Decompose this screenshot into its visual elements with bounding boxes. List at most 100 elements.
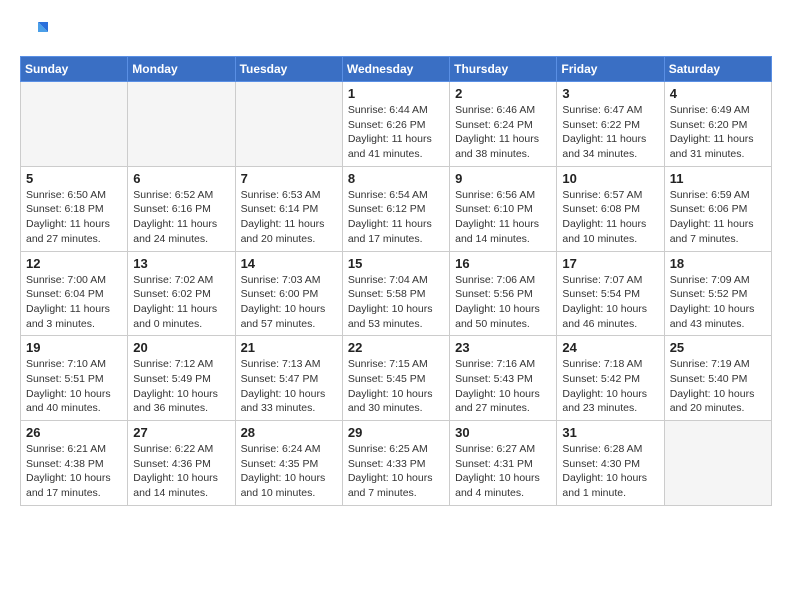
day-info: Sunrise: 7:19 AM Sunset: 5:40 PM Dayligh… <box>670 357 766 416</box>
calendar: SundayMondayTuesdayWednesdayThursdayFrid… <box>20 56 772 506</box>
day-info: Sunrise: 7:03 AM Sunset: 6:00 PM Dayligh… <box>241 273 337 332</box>
day-cell: 20 Sunrise: 7:12 AM Sunset: 5:49 PM Dayli… <box>128 336 235 421</box>
day-number: 27 <box>133 425 229 440</box>
day-number: 22 <box>348 340 444 355</box>
day-cell: 28Sunrise: 6:24 AM Sunset: 4:35 PM Dayli… <box>235 421 342 506</box>
week-row-4: 26Sunrise: 6:21 AM Sunset: 4:38 PM Dayli… <box>21 421 772 506</box>
day-info: Sunrise: 7:13 AM Sunset: 5:47 PM Dayligh… <box>241 357 337 416</box>
calendar-header: SundayMondayTuesdayWednesdayThursdayFrid… <box>21 57 772 82</box>
day-cell: 25 Sunrise: 7:19 AM Sunset: 5:40 PM Dayli… <box>664 336 771 421</box>
day-cell <box>21 82 128 167</box>
header-saturday: Saturday <box>664 57 771 82</box>
header-monday: Monday <box>128 57 235 82</box>
day-cell: 22 Sunrise: 7:15 AM Sunset: 5:45 PM Dayli… <box>342 336 449 421</box>
day-info: Sunrise: 6:50 AM Sunset: 6:18 PM Dayligh… <box>26 188 122 247</box>
day-cell <box>128 82 235 167</box>
day-info: Sunrise: 7:18 AM Sunset: 5:42 PM Dayligh… <box>562 357 658 416</box>
day-info: Sunrise: 7:00 AM Sunset: 6:04 PM Dayligh… <box>26 273 122 332</box>
day-cell: 9Sunrise: 6:56 AM Sunset: 6:10 PM Daylig… <box>450 166 557 251</box>
day-cell: 3 Sunrise: 6:47 AM Sunset: 6:22 PM Daylig… <box>557 82 664 167</box>
day-info: Sunrise: 6:47 AM Sunset: 6:22 PM Dayligh… <box>562 103 658 162</box>
day-cell: 10Sunrise: 6:57 AM Sunset: 6:08 PM Dayli… <box>557 166 664 251</box>
day-info: Sunrise: 6:46 AM Sunset: 6:24 PM Dayligh… <box>455 103 551 162</box>
day-info: Sunrise: 7:15 AM Sunset: 5:45 PM Dayligh… <box>348 357 444 416</box>
day-info: Sunrise: 6:28 AM Sunset: 4:30 PM Dayligh… <box>562 442 658 501</box>
day-number: 12 <box>26 256 122 271</box>
day-number: 15 <box>348 256 444 271</box>
day-cell: 30Sunrise: 6:27 AM Sunset: 4:31 PM Dayli… <box>450 421 557 506</box>
day-number: 31 <box>562 425 658 440</box>
calendar-body: 1 Sunrise: 6:44 AM Sunset: 6:26 PM Daylig… <box>21 82 772 506</box>
day-number: 14 <box>241 256 337 271</box>
day-number: 2 <box>455 86 551 101</box>
day-info: Sunrise: 7:07 AM Sunset: 5:54 PM Dayligh… <box>562 273 658 332</box>
day-info: Sunrise: 6:22 AM Sunset: 4:36 PM Dayligh… <box>133 442 229 501</box>
day-number: 24 <box>562 340 658 355</box>
day-number: 10 <box>562 171 658 186</box>
day-number: 17 <box>562 256 658 271</box>
header-row: SundayMondayTuesdayWednesdayThursdayFrid… <box>21 57 772 82</box>
week-row-3: 19 Sunrise: 7:10 AM Sunset: 5:51 PM Dayli… <box>21 336 772 421</box>
day-number: 23 <box>455 340 551 355</box>
day-info: Sunrise: 7:16 AM Sunset: 5:43 PM Dayligh… <box>455 357 551 416</box>
page: SundayMondayTuesdayWednesdayThursdayFrid… <box>0 0 792 516</box>
header-friday: Friday <box>557 57 664 82</box>
day-cell: 8 Sunrise: 6:54 AM Sunset: 6:12 PM Daylig… <box>342 166 449 251</box>
day-cell: 17 Sunrise: 7:07 AM Sunset: 5:54 PM Dayli… <box>557 251 664 336</box>
day-cell <box>664 421 771 506</box>
day-info: Sunrise: 7:06 AM Sunset: 5:56 PM Dayligh… <box>455 273 551 332</box>
week-row-1: 5 Sunrise: 6:50 AM Sunset: 6:18 PM Daylig… <box>21 166 772 251</box>
logo-icon <box>20 18 48 46</box>
day-number: 7 <box>241 171 337 186</box>
day-cell: 24 Sunrise: 7:18 AM Sunset: 5:42 PM Dayli… <box>557 336 664 421</box>
day-cell: 6 Sunrise: 6:52 AM Sunset: 6:16 PM Daylig… <box>128 166 235 251</box>
day-number: 6 <box>133 171 229 186</box>
day-cell: 4Sunrise: 6:49 AM Sunset: 6:20 PM Daylig… <box>664 82 771 167</box>
day-info: Sunrise: 6:52 AM Sunset: 6:16 PM Dayligh… <box>133 188 229 247</box>
day-number: 29 <box>348 425 444 440</box>
day-info: Sunrise: 6:24 AM Sunset: 4:35 PM Dayligh… <box>241 442 337 501</box>
day-cell: 11 Sunrise: 6:59 AM Sunset: 6:06 PM Dayli… <box>664 166 771 251</box>
day-cell: 12 Sunrise: 7:00 AM Sunset: 6:04 PM Dayli… <box>21 251 128 336</box>
day-number: 5 <box>26 171 122 186</box>
day-number: 13 <box>133 256 229 271</box>
day-info: Sunrise: 7:10 AM Sunset: 5:51 PM Dayligh… <box>26 357 122 416</box>
day-number: 19 <box>26 340 122 355</box>
day-info: Sunrise: 6:54 AM Sunset: 6:12 PM Dayligh… <box>348 188 444 247</box>
day-number: 11 <box>670 171 766 186</box>
day-cell: 13 Sunrise: 7:02 AM Sunset: 6:02 PM Dayli… <box>128 251 235 336</box>
day-cell: 27 Sunrise: 6:22 AM Sunset: 4:36 PM Dayli… <box>128 421 235 506</box>
day-cell: 16 Sunrise: 7:06 AM Sunset: 5:56 PM Dayli… <box>450 251 557 336</box>
day-info: Sunrise: 6:59 AM Sunset: 6:06 PM Dayligh… <box>670 188 766 247</box>
header-wednesday: Wednesday <box>342 57 449 82</box>
logo <box>20 16 52 46</box>
day-number: 16 <box>455 256 551 271</box>
day-info: Sunrise: 7:09 AM Sunset: 5:52 PM Dayligh… <box>670 273 766 332</box>
day-cell: 5 Sunrise: 6:50 AM Sunset: 6:18 PM Daylig… <box>21 166 128 251</box>
day-info: Sunrise: 7:02 AM Sunset: 6:02 PM Dayligh… <box>133 273 229 332</box>
header <box>20 16 772 46</box>
day-number: 3 <box>562 86 658 101</box>
day-cell: 18Sunrise: 7:09 AM Sunset: 5:52 PM Dayli… <box>664 251 771 336</box>
header-thursday: Thursday <box>450 57 557 82</box>
day-info: Sunrise: 6:56 AM Sunset: 6:10 PM Dayligh… <box>455 188 551 247</box>
day-cell: 19 Sunrise: 7:10 AM Sunset: 5:51 PM Dayli… <box>21 336 128 421</box>
day-info: Sunrise: 6:25 AM Sunset: 4:33 PM Dayligh… <box>348 442 444 501</box>
day-number: 25 <box>670 340 766 355</box>
day-cell: 14 Sunrise: 7:03 AM Sunset: 6:00 PM Dayli… <box>235 251 342 336</box>
day-number: 8 <box>348 171 444 186</box>
day-number: 21 <box>241 340 337 355</box>
day-cell: 1 Sunrise: 6:44 AM Sunset: 6:26 PM Daylig… <box>342 82 449 167</box>
day-info: Sunrise: 6:44 AM Sunset: 6:26 PM Dayligh… <box>348 103 444 162</box>
day-cell: 23 Sunrise: 7:16 AM Sunset: 5:43 PM Dayli… <box>450 336 557 421</box>
day-info: Sunrise: 6:53 AM Sunset: 6:14 PM Dayligh… <box>241 188 337 247</box>
header-tuesday: Tuesday <box>235 57 342 82</box>
day-info: Sunrise: 6:27 AM Sunset: 4:31 PM Dayligh… <box>455 442 551 501</box>
day-number: 1 <box>348 86 444 101</box>
day-number: 20 <box>133 340 229 355</box>
day-info: Sunrise: 7:12 AM Sunset: 5:49 PM Dayligh… <box>133 357 229 416</box>
week-row-0: 1 Sunrise: 6:44 AM Sunset: 6:26 PM Daylig… <box>21 82 772 167</box>
day-cell: 15Sunrise: 7:04 AM Sunset: 5:58 PM Dayli… <box>342 251 449 336</box>
day-info: Sunrise: 6:49 AM Sunset: 6:20 PM Dayligh… <box>670 103 766 162</box>
day-info: Sunrise: 6:21 AM Sunset: 4:38 PM Dayligh… <box>26 442 122 501</box>
